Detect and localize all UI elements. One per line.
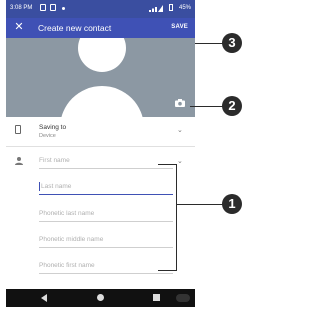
notification-icon [40,4,46,11]
phonetic-last-name-field[interactable]: Phonetic last name [39,208,173,224]
field-placeholder: Phonetic first name [39,262,95,269]
field-underline [39,247,173,248]
camera-icon[interactable] [175,99,185,107]
callout-badge: 2 [222,96,242,116]
save-button[interactable]: SAVE [171,24,188,30]
callout-bracket [158,164,176,166]
contact-photo-area[interactable] [6,38,195,117]
keyboard-switch-icon[interactable] [176,294,190,302]
callout-bracket [176,164,178,271]
notification-icon [50,4,56,11]
phone-screen: 3:08 PM 45% ✕ Create new contact SAVE Sa… [6,0,195,307]
first-name-field[interactable]: First name [39,155,173,171]
field-placeholder: Phonetic last name [39,210,95,217]
chevron-down-icon[interactable]: ⌄ [177,158,183,165]
callout-leader-line [176,204,223,206]
divider [6,146,195,147]
field-placeholder: Phonetic middle name [39,236,104,243]
field-placeholder: First name [39,157,70,164]
signal-icon [149,5,163,12]
callout-leader-line [190,106,223,108]
callout-leader-line [195,43,223,45]
phonetic-middle-name-field[interactable]: Phonetic middle name [39,234,173,250]
recents-icon[interactable] [153,294,160,301]
field-underline [39,194,173,196]
notification-dot-icon [62,7,65,10]
field-placeholder: Last name [41,183,72,190]
status-bar: 3:08 PM 45% [6,0,195,18]
battery-percent: 45% [178,5,191,11]
chevron-down-icon[interactable]: ⌄ [177,127,183,134]
person-icon [15,157,23,165]
phone-icon [15,125,21,134]
saving-to-value: Device [39,133,56,139]
avatar-head [78,38,126,72]
back-icon[interactable] [41,294,47,302]
last-name-field[interactable]: Last name [39,181,173,197]
avatar-body [60,86,144,117]
saving-to-label: Saving to [39,124,67,131]
field-underline [39,273,173,274]
callout-bracket [158,270,176,272]
callout-badge: 3 [222,33,242,53]
field-underline [39,221,173,222]
phonetic-first-name-field[interactable]: Phonetic first name [39,260,173,276]
page-title: Create new contact [38,23,112,33]
app-toolbar: ✕ Create new contact SAVE [6,18,195,38]
close-icon[interactable]: ✕ [13,21,25,33]
home-icon[interactable] [97,294,104,301]
callout-badge: 1 [222,194,242,214]
battery-icon [169,4,173,11]
navigation-bar [6,289,195,307]
field-underline [39,168,173,169]
status-time: 3:08 PM [10,5,33,11]
text-caret [39,182,40,191]
